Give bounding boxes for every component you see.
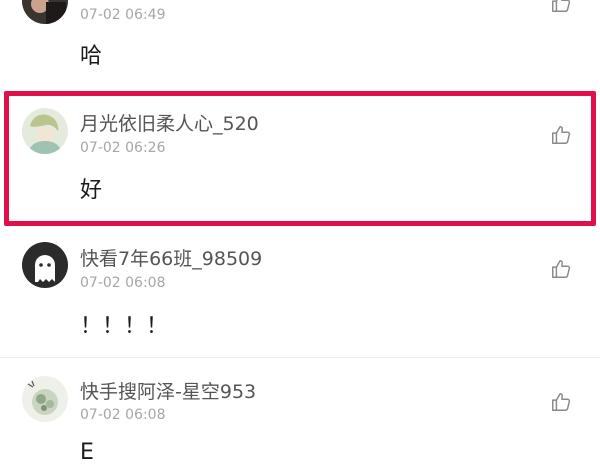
comment-text: 好 bbox=[80, 178, 103, 203]
comment-item: 07-02 06:49 哈 bbox=[0, 0, 600, 80]
comment-time: 07-02 06:08 bbox=[80, 407, 166, 423]
avatar[interactable] bbox=[22, 376, 68, 422]
comment-time: 07-02 06:08 bbox=[80, 275, 166, 291]
avatar[interactable] bbox=[22, 242, 68, 288]
comment-username[interactable]: 快手搜阿泽-星空953 bbox=[80, 377, 256, 404]
comment-item: 快看7年66班_98509 07-02 06:08 ！！！！ bbox=[0, 230, 600, 355]
comment-time: 07-02 06:26 bbox=[80, 140, 166, 156]
comment-item: 快手搜阿泽-星空953 07-02 06:08 E bbox=[0, 364, 600, 469]
comment-text: ！！！！ bbox=[80, 314, 169, 339]
thumbs-up-icon[interactable] bbox=[550, 258, 572, 280]
comment-username[interactable]: 快看7年66班_98509 bbox=[80, 244, 262, 271]
comment-item: 月光依旧柔人心_520 07-02 06:26 好 bbox=[0, 96, 600, 216]
avatar[interactable] bbox=[22, 108, 68, 154]
thumbs-up-icon[interactable] bbox=[550, 124, 572, 146]
divider bbox=[0, 91, 600, 92]
thumbs-up-icon[interactable] bbox=[550, 0, 572, 14]
divider bbox=[0, 357, 600, 358]
comment-time: 07-02 06:49 bbox=[80, 7, 166, 23]
comment-username[interactable]: 月光依旧柔人心_520 bbox=[80, 109, 259, 136]
comment-text: 哈 bbox=[80, 44, 103, 69]
thumbs-up-icon[interactable] bbox=[550, 391, 572, 413]
comment-text: E bbox=[80, 440, 94, 465]
avatar[interactable] bbox=[22, 0, 68, 24]
